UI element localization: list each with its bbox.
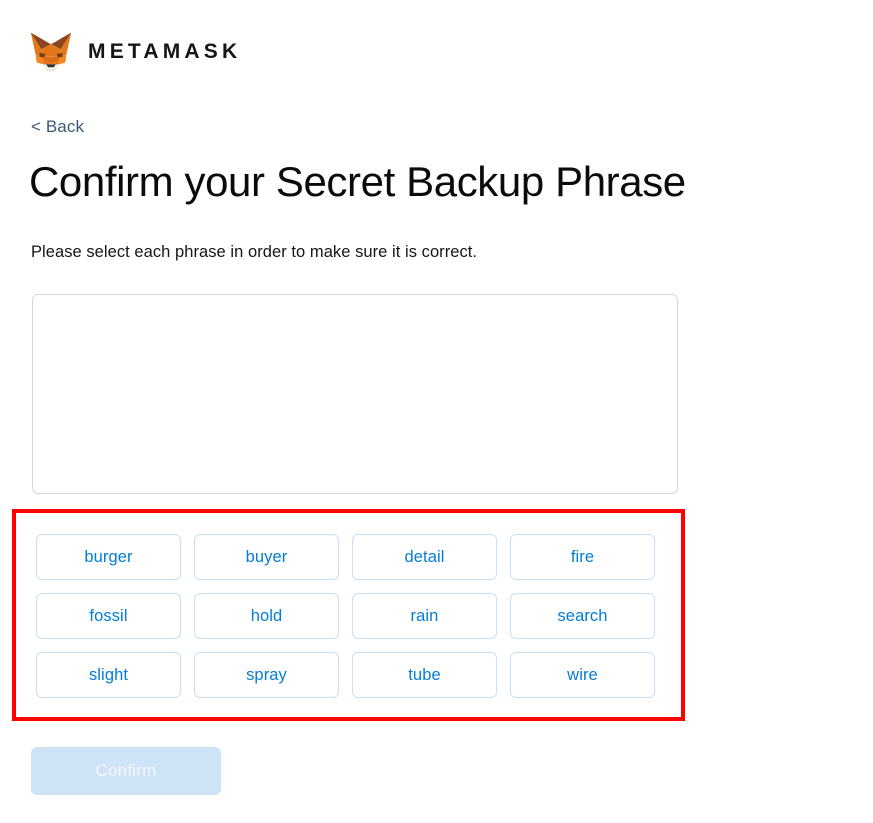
word-chip-hold[interactable]: hold (194, 593, 339, 639)
word-chip-slight[interactable]: slight (36, 652, 181, 698)
word-chip-rain[interactable]: rain (352, 593, 497, 639)
word-chip-spray[interactable]: spray (194, 652, 339, 698)
word-chip-tube[interactable]: tube (352, 652, 497, 698)
metamask-fox-icon (30, 32, 72, 72)
page-subtitle: Please select each phrase in order to ma… (31, 243, 478, 261)
word-chip-fossil[interactable]: fossil (36, 593, 181, 639)
word-chip-wire[interactable]: wire (510, 652, 655, 698)
word-chip-buyer[interactable]: buyer (194, 534, 339, 580)
brand-header: METAMASK (28, 28, 241, 74)
word-chip-detail[interactable]: detail (352, 534, 497, 580)
onboarding-page: METAMASK < Back Confirm your Secret Back… (0, 0, 873, 823)
word-bank: burger buyer detail fire fossil hold rain searc… (36, 534, 656, 698)
word-chip-fire[interactable]: fire (510, 534, 655, 580)
back-link[interactable]: < Back (31, 117, 84, 137)
metamask-wordmark: METAMASK (88, 39, 242, 63)
confirm-button[interactable]: Confirm (31, 747, 221, 795)
word-chip-search[interactable]: search (510, 593, 655, 639)
selected-phrase-dropzone[interactable] (32, 294, 678, 494)
word-chip-burger[interactable]: burger (36, 534, 181, 580)
page-title: Confirm your Secret Backup Phrase (29, 158, 686, 205)
